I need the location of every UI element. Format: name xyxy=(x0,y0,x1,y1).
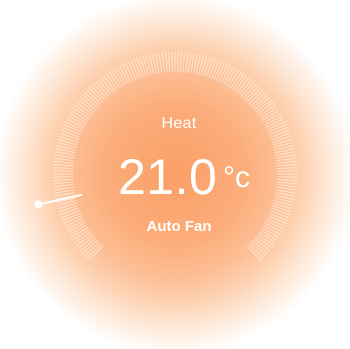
dial-tick xyxy=(133,58,142,79)
dial-tick xyxy=(53,181,74,185)
dial-tick xyxy=(53,186,74,191)
dial-tick xyxy=(54,189,75,194)
dial-tick xyxy=(271,205,292,213)
dial-tick xyxy=(276,176,297,178)
dial-tick xyxy=(190,53,195,74)
dial-tick xyxy=(276,186,297,191)
dial-tick xyxy=(270,207,291,216)
dial-tick xyxy=(208,58,217,79)
dial-tick xyxy=(53,178,74,181)
dial-tick xyxy=(59,207,80,216)
dial-tick xyxy=(54,154,75,159)
mode-label: Heat xyxy=(161,115,197,132)
dial-tick xyxy=(58,205,79,213)
dial-tick xyxy=(57,202,78,210)
dial-tick xyxy=(272,202,293,210)
setpoint-marker xyxy=(37,193,83,206)
dial-tick xyxy=(276,184,297,188)
dial-tick xyxy=(53,184,74,188)
dial-tick xyxy=(276,167,297,170)
dial-tick xyxy=(53,163,74,167)
dial-tick xyxy=(139,56,147,77)
knob-handle-icon[interactable] xyxy=(34,200,43,209)
dial-tick xyxy=(276,163,297,167)
dial-tick xyxy=(203,56,211,77)
temperature-unit: °c xyxy=(223,161,250,194)
dial-tick xyxy=(53,167,74,170)
dial-tick xyxy=(276,181,297,185)
dial-tick xyxy=(161,52,165,73)
dial-tick xyxy=(185,52,189,73)
fan-mode-button[interactable]: Auto Fan xyxy=(0,218,350,235)
dial-tick xyxy=(168,52,171,73)
dial-tick xyxy=(158,52,163,73)
dial-tick xyxy=(155,53,160,74)
dial-tick xyxy=(182,52,186,73)
dial-tick xyxy=(57,138,78,146)
dial-tick xyxy=(53,160,74,164)
dial-tick xyxy=(187,52,192,73)
dial-tick xyxy=(177,52,179,73)
dial-tick xyxy=(276,157,297,162)
temperature-readout: 21.0 xyxy=(118,149,218,205)
dial-tick xyxy=(164,52,168,73)
dial-tick xyxy=(53,157,74,162)
thermostat-dial[interactable]: Heat 21.0 °c Auto Fan xyxy=(0,0,350,349)
dial-tick xyxy=(59,132,80,141)
dial-tick xyxy=(275,154,296,159)
dial-tick xyxy=(206,57,214,78)
dial-tick xyxy=(58,135,79,143)
dial-tick xyxy=(270,132,291,141)
dial-tick xyxy=(272,138,293,146)
dial-tick xyxy=(171,52,173,73)
dial-tick xyxy=(53,176,74,178)
dial-tick xyxy=(276,160,297,164)
dial-tick xyxy=(179,52,182,73)
dial-tick xyxy=(271,135,292,143)
dial-tick xyxy=(276,170,297,172)
dial-tick xyxy=(136,57,144,78)
dial-tick xyxy=(276,178,297,181)
dial-tick xyxy=(53,170,74,172)
dial-tick xyxy=(275,189,296,194)
